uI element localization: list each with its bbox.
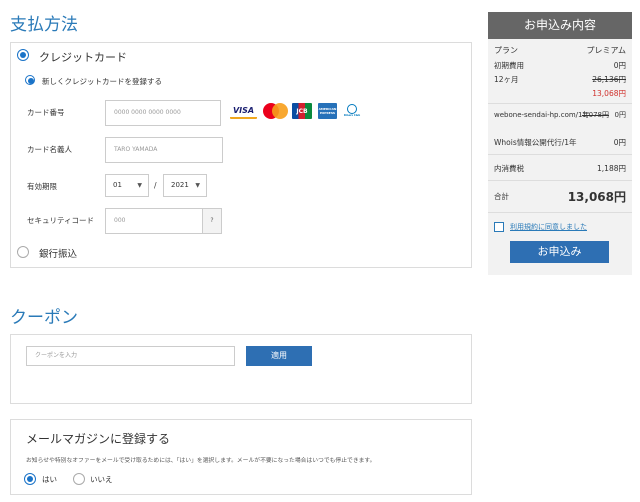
submit-order-button[interactable]: お申込み <box>510 241 609 263</box>
divider <box>488 103 632 104</box>
summary-plan-label: プラン <box>494 46 518 55</box>
newsletter-no-radio[interactable] <box>73 473 85 485</box>
expiry-label: 有効期限 <box>27 182 57 191</box>
summary-tax-label: 内消費税 <box>494 164 524 173</box>
summary-whois-label: Whois情報公開代行/1年 <box>494 138 577 147</box>
summary-total-value: 13,068円 <box>567 190 626 204</box>
summary-total-row: 合計 13,068円 <box>494 188 626 204</box>
card-name-input[interactable]: TARO YAMADA <box>105 137 223 163</box>
expiry-year-value: 2021 <box>171 181 189 189</box>
summary-initial-label: 初期費用 <box>494 61 524 70</box>
expiry-year-select[interactable]: 2021 ▼ <box>163 174 207 197</box>
security-label: セキュリティコード <box>27 216 95 225</box>
card-number-input[interactable]: 0000 0000 0000 0000 <box>105 100 221 126</box>
chevron-down-icon: ▼ <box>137 182 142 189</box>
coupon-input[interactable]: クーポンを入力 <box>26 346 235 366</box>
divider <box>488 154 632 155</box>
divider <box>488 212 632 213</box>
coupon-title: クーポン <box>10 308 78 328</box>
terms-checkbox[interactable] <box>494 222 504 232</box>
apply-coupon-button[interactable]: 適用 <box>246 346 312 366</box>
amex-logo-text: AMERICAN EXPRESS <box>318 107 337 115</box>
bank-transfer-radio[interactable] <box>17 246 29 258</box>
coupon-box <box>10 334 472 404</box>
new-card-radio[interactable] <box>25 75 35 85</box>
summary-tax-row: 内消費税 1,188円 <box>494 163 626 174</box>
jcb-logo: JCB <box>292 103 312 119</box>
diners-logo-text: Diners Club <box>343 114 361 117</box>
summary-months-old: 26,136円 <box>592 75 626 84</box>
expiry-separator: / <box>154 181 157 190</box>
newsletter-yes-radio[interactable] <box>24 473 36 485</box>
newsletter-description: お知らせや特別なオファーをメールで受け取るためには、「はい」を選択します。メール… <box>26 458 376 464</box>
summary-domain-row: webone-sendai-hp.com/1年 1,078円 0円 <box>494 110 626 120</box>
summary-domain-old: 1,078円 <box>581 111 609 119</box>
payment-box: クレジットカード 新しくクレジットカードを登録する カード番号 0000 000… <box>10 42 472 268</box>
security-help-button[interactable]: ? <box>202 208 222 234</box>
summary-plan-row: プラン プレミアム <box>494 45 626 56</box>
newsletter-yes-label: はい <box>42 475 57 484</box>
summary-initial-row: 初期費用 0円 <box>494 60 626 71</box>
summary-months-label: 12ヶ月 <box>494 75 519 84</box>
summary-domain-label: webone-sendai-hp.com/1年 <box>494 111 590 119</box>
summary-tax-value: 1,188円 <box>597 164 626 173</box>
amex-logo: AMERICAN EXPRESS <box>318 103 337 119</box>
credit-card-label: クレジットカード <box>39 51 127 64</box>
newsletter-no-label: いいえ <box>90 475 113 484</box>
summary-initial-value: 0円 <box>613 61 626 70</box>
new-card-label: 新しくクレジットカードを登録する <box>42 77 162 86</box>
summary-whois-value: 0円 <box>613 138 626 147</box>
summary-plan-value: プレミアム <box>586 46 626 55</box>
summary-domain-new: 0円 <box>614 111 626 119</box>
order-summary-title: お申込み内容 <box>488 12 632 39</box>
card-number-label: カード番号 <box>27 108 65 117</box>
divider <box>488 180 632 181</box>
visa-logo: VISA <box>230 103 257 119</box>
expiry-month-select[interactable]: 01 ▼ <box>105 174 149 197</box>
bank-transfer-label: 銀行振込 <box>39 249 78 260</box>
newsletter-title: メールマガジンに登録する <box>26 432 171 446</box>
chevron-down-icon: ▼ <box>195 182 200 189</box>
expiry-month-value: 01 <box>113 181 122 189</box>
summary-months-row: 12ヶ月 26,136円 <box>494 74 626 85</box>
summary-months-new: 13,068円 <box>592 89 626 98</box>
order-summary: お申込み内容 プラン プレミアム 初期費用 0円 12ヶ月 26,136円 13… <box>488 12 632 275</box>
security-input[interactable]: 000 <box>105 208 203 234</box>
mastercard-logo <box>262 103 289 119</box>
credit-card-radio[interactable] <box>17 49 29 61</box>
summary-total-label: 合計 <box>494 192 509 201</box>
diners-logo: Diners Club <box>342 103 362 119</box>
card-name-label: カード名義人 <box>27 145 72 154</box>
payment-title: 支払方法 <box>10 15 78 35</box>
summary-whois-row: Whois情報公開代行/1年 0円 <box>494 137 626 148</box>
terms-link[interactable]: 利用規約に同意しました <box>510 222 587 232</box>
